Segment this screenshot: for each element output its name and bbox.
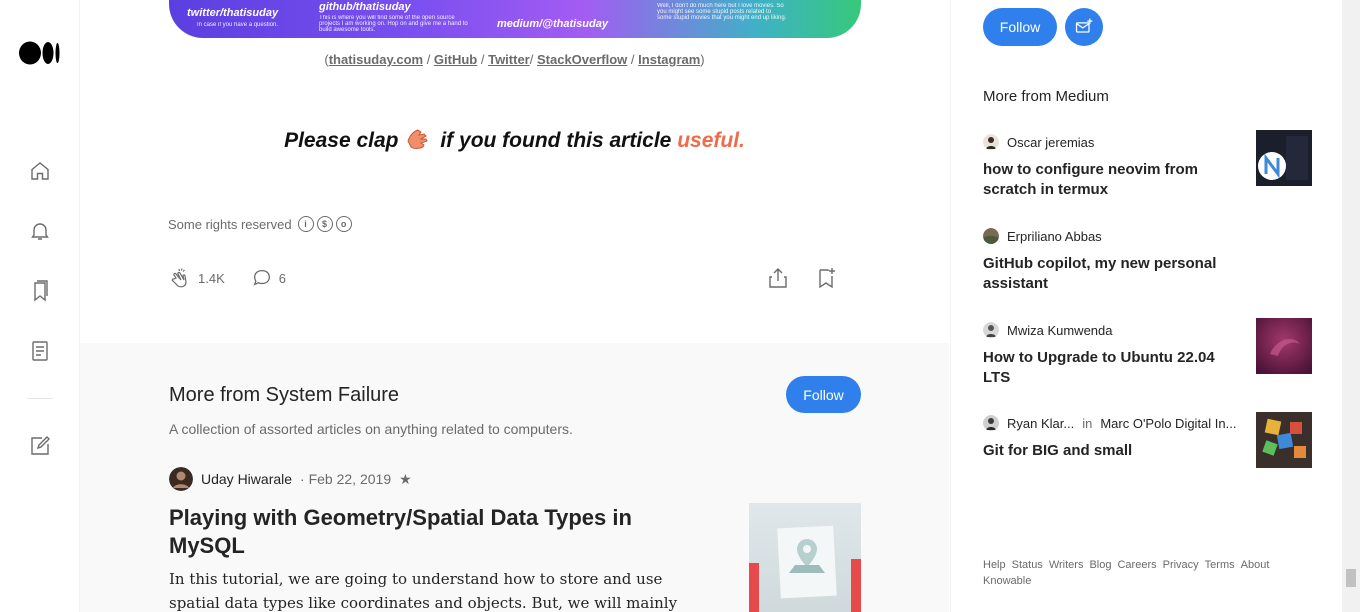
scrollbar-thumb[interactable] — [1346, 569, 1356, 587]
rec-author-name: Erpriliano Abbas — [1007, 228, 1102, 244]
notifications-bell-icon[interactable] — [28, 219, 52, 243]
link-sep: / — [627, 52, 639, 67]
rec-author-name: Ryan Klar... — [1007, 415, 1075, 431]
medium-logo-icon[interactable] — [19, 40, 61, 66]
banner-medium: medium/@thatisuday — [497, 18, 608, 30]
link-github[interactable]: GitHub — [434, 52, 477, 67]
rec-thumbnail-ubuntu[interactable] — [1256, 318, 1312, 374]
rec-author-avatar — [983, 134, 999, 150]
responses-button[interactable]: 6 — [251, 267, 286, 289]
link-instagram[interactable]: Instagram — [638, 52, 700, 67]
link-website[interactable]: thatisuday.com — [329, 52, 423, 67]
share-icon[interactable] — [766, 266, 790, 290]
follow-publication-button[interactable]: Follow — [786, 376, 861, 413]
footer-writers-link[interactable]: Writers — [1049, 559, 1084, 571]
home-icon[interactable] — [28, 159, 52, 183]
rec-title[interactable]: GitHub copilot, my new personal assistan… — [983, 254, 1233, 294]
rec-author-avatar — [983, 415, 999, 431]
clap-text-after: if you found this article — [434, 129, 678, 152]
lists-bookmark-icon[interactable] — [28, 279, 52, 303]
rec-item[interactable]: Ryan Klar... in Marc O'Polo Digital In..… — [983, 412, 1313, 468]
banner-twitter: twitter/thatisuday — [187, 7, 279, 19]
footer-blog-link[interactable]: Blog — [1089, 559, 1111, 571]
author-name[interactable]: Uday Hiwarale — [201, 471, 292, 487]
footer-help-link[interactable]: Help — [983, 559, 1006, 571]
banner-twitter-caption: In case if you have a question. — [197, 22, 279, 28]
rec-thumbnail-neovim[interactable] — [1256, 130, 1312, 186]
rights-label: Some rights reserved — [168, 216, 292, 232]
cc-nc-icon: $ — [316, 216, 333, 232]
clap-request-image: Please clap if you found this article us… — [80, 127, 949, 153]
banner-github-caption: This is where you will find some of the … — [319, 15, 468, 33]
mail-plus-icon — [1075, 18, 1093, 33]
bookmark-add-icon[interactable] — [814, 266, 838, 290]
pub-description: A collection of assorted articles on any… — [169, 421, 573, 437]
clap-button[interactable]: 1.4K — [168, 266, 225, 290]
comment-bubble-icon — [253, 270, 270, 286]
rec-author-avatar — [983, 322, 999, 338]
more-from-publication: More from System Failure A collection of… — [80, 343, 949, 612]
link-sep: / — [423, 52, 434, 67]
license-info: Some rights reserved i $ o — [168, 216, 352, 232]
social-banner-image: twitter/thatisuday In case if you have a… — [169, 0, 861, 38]
related-article-title[interactable]: Playing with Geometry/Spatial Data Types… — [169, 504, 649, 560]
rec-title[interactable]: how to configure neovim from scratch in … — [983, 160, 1233, 200]
member-star-icon: ★ — [399, 470, 412, 487]
footer-privacy-link[interactable]: Privacy — [1163, 559, 1199, 571]
article-author-row: Uday Hiwarale · Feb 22, 2019 ★ — [169, 467, 412, 491]
rec-in-label: in — [1082, 415, 1093, 431]
medium-article-page: twitter/thatisuday In case if you have a… — [0, 0, 1360, 612]
clap-count: 1.4K — [198, 270, 225, 286]
more-from-medium-heading: More from Medium — [983, 88, 1109, 105]
right-sidebar: Follow More from Medium Oscar jeremias h… — [950, 0, 1342, 612]
rec-thumbnail-git[interactable] — [1256, 412, 1312, 468]
left-nav-rail — [0, 0, 80, 612]
footer-status-link[interactable]: Status — [1012, 559, 1043, 571]
banner-medium-caption: Well, I don't do much here but I love mo… — [657, 3, 787, 21]
clap-text-before: Please clap — [284, 129, 399, 152]
footer-careers-link[interactable]: Careers — [1117, 559, 1156, 571]
clap-icon — [171, 268, 187, 288]
related-article-thumbnail[interactable] — [749, 503, 861, 612]
article-column: twitter/thatisuday In case if you have a… — [80, 0, 949, 612]
rec-publication: Marc O'Polo Digital In... — [1100, 415, 1237, 431]
post-date: · Feb 22, 2019 — [300, 471, 392, 487]
cc-by-icon: i — [297, 216, 314, 232]
author-avatar[interactable] — [169, 467, 193, 491]
clapping-hands-icon — [406, 129, 428, 149]
banner-github: github/thatisuday — [319, 1, 411, 13]
clap-text-highlight: useful. — [677, 129, 745, 152]
rec-title[interactable]: Git for BIG and small — [983, 441, 1233, 461]
cc-sa-icon: o — [335, 216, 352, 232]
link-sep: / — [477, 52, 489, 67]
article-actions: 1.4K 6 — [168, 266, 286, 290]
footer-about-link[interactable]: About — [1241, 559, 1270, 571]
page-scrollbar[interactable] — [1342, 0, 1360, 612]
rail-divider — [27, 398, 53, 399]
footer-terms-link[interactable]: Terms — [1205, 559, 1235, 571]
cc-license-icons[interactable]: i $ o — [297, 216, 352, 232]
more-from-pub-title[interactable]: More from System Failure — [169, 384, 399, 407]
paren-close: ) — [700, 52, 705, 67]
rec-author-name: Mwiza Kumwenda — [1007, 322, 1113, 338]
sidebar-footer-links: Help Status Writers Blog Careers Privacy Terms… — [983, 557, 1293, 589]
rec-title[interactable]: How to Upgrade to Ubuntu 22.04 LTS — [983, 348, 1233, 388]
link-stackoverflow[interactable]: StackOverflow — [537, 52, 627, 67]
link-sep: / — [529, 52, 537, 67]
footer-knowable-link[interactable]: Knowable — [983, 575, 1031, 587]
subscribe-email-button[interactable] — [1065, 8, 1103, 46]
rec-item[interactable]: Oscar jeremias how to configure neovim f… — [983, 130, 1313, 200]
rec-item[interactable]: Mwiza Kumwenda How to Upgrade to Ubuntu … — [983, 318, 1313, 388]
stories-document-icon[interactable] — [28, 339, 52, 363]
related-article-subtitle: In this tutorial, we are going to unders… — [169, 570, 678, 612]
follow-author-button[interactable]: Follow — [983, 8, 1057, 46]
rec-author-name: Oscar jeremias — [1007, 134, 1095, 150]
link-twitter[interactable]: Twitter — [488, 52, 530, 67]
write-edit-icon[interactable] — [28, 434, 52, 458]
rec-author-avatar — [983, 228, 999, 244]
response-count: 6 — [278, 270, 286, 286]
map-pin-image — [749, 525, 861, 612]
author-links: (thatisuday.com / GitHub / Twitter/ Stac… — [80, 52, 949, 67]
rec-item[interactable]: Erpriliano Abbas GitHub copilot, my new … — [983, 228, 1313, 294]
